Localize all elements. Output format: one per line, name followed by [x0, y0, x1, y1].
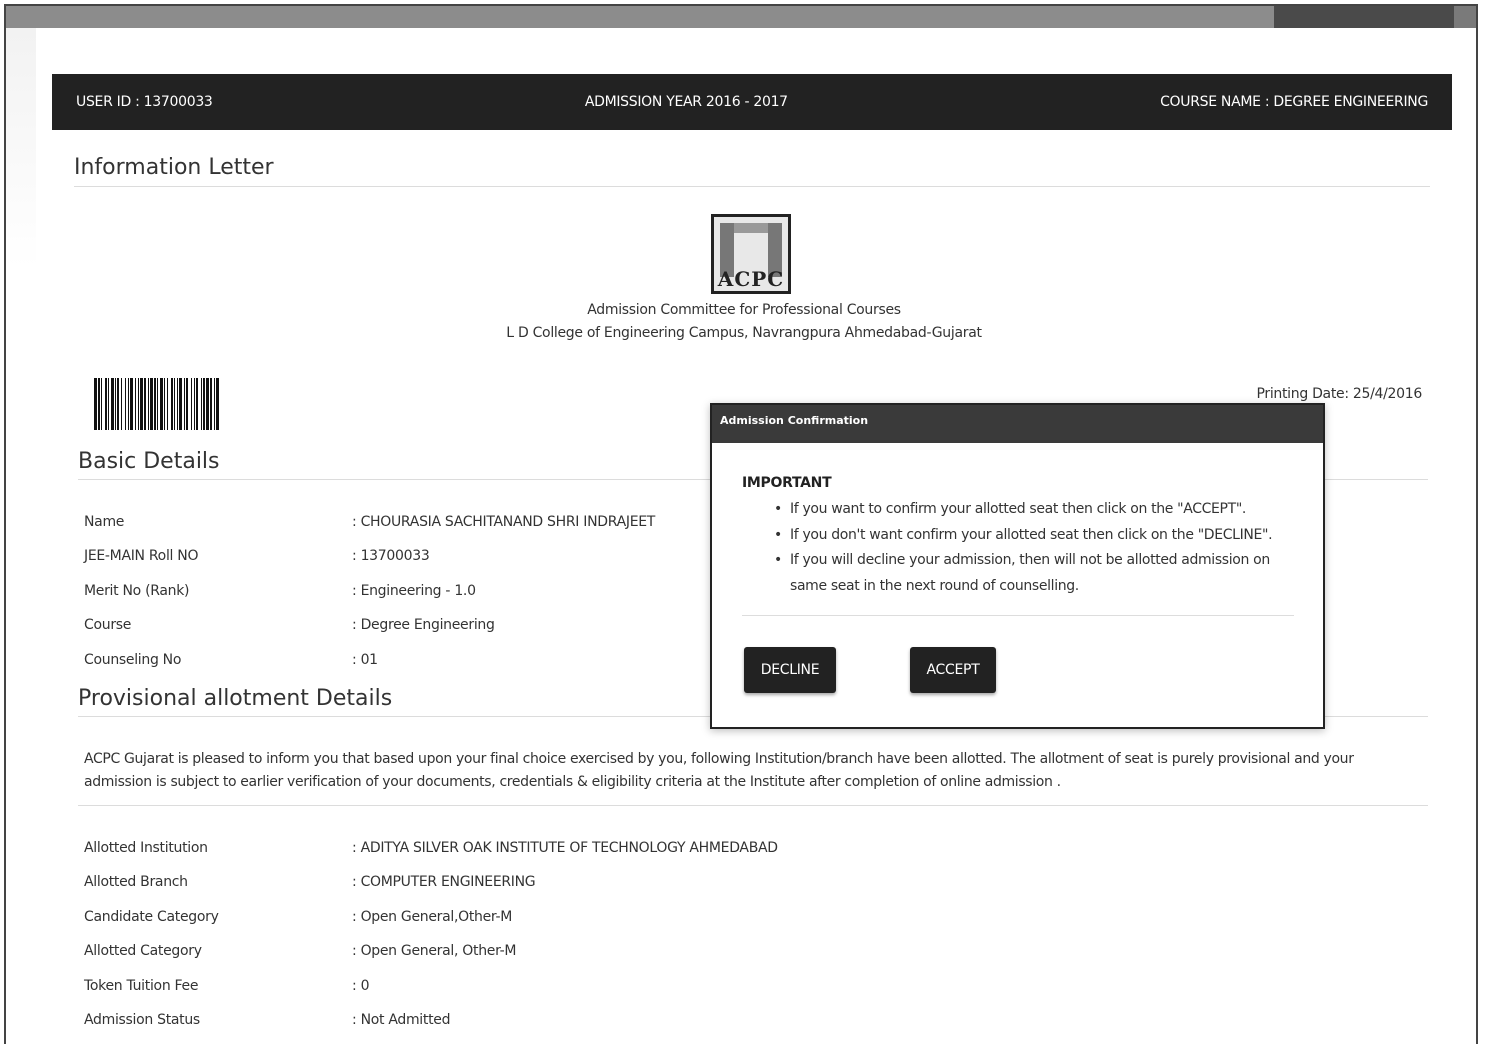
important-item-text: If you want to confirm your allotted sea… — [790, 501, 1247, 517]
barcode-bar — [186, 378, 188, 430]
allot-label-institution: Allotted Institution — [84, 840, 208, 856]
important-list: • If you want to confirm your allotted se… — [742, 497, 1302, 599]
barcode-bar — [135, 378, 136, 430]
barcode-bar — [157, 378, 158, 430]
dialog-divider — [742, 615, 1294, 616]
admission-year: ADMISSION YEAR 2016 - 2017 — [584, 94, 788, 110]
top-bar-end — [1454, 6, 1476, 28]
course-name: COURSE NAME : DEGREE ENGINEERING — [1160, 94, 1428, 110]
allotment-heading: Provisional allotment Details — [78, 686, 393, 711]
allot-value-candidate-category: : Open General,Other-M — [352, 909, 513, 925]
barcode-bar — [101, 378, 102, 430]
basic-value-counseling: : 01 — [352, 652, 378, 668]
barcode — [94, 378, 219, 430]
basic-value-course: : Degree Engineering — [352, 617, 495, 633]
barcode-bar — [144, 378, 146, 430]
barcode-bar — [128, 378, 129, 430]
barcode-bar — [191, 378, 192, 430]
basic-value-roll: : 13700033 — [352, 548, 430, 564]
barcode-bar — [138, 378, 139, 430]
barcode-bar — [115, 378, 116, 430]
allot-value-branch: : COMPUTER ENGINEERING — [352, 874, 536, 890]
barcode-bar — [125, 378, 126, 430]
acpc-logo: ACPC — [711, 214, 791, 294]
allotment-paragraph: ACPC Gujarat is pleased to inform you th… — [84, 751, 1354, 790]
important-item: • If you will decline your admission, the… — [774, 548, 1302, 599]
important-heading: IMPORTANT — [742, 475, 832, 491]
barcode-bar — [196, 378, 198, 430]
barcode-bar — [94, 378, 97, 430]
barcode-bar — [121, 378, 122, 430]
important-item-text: If you don't want confirm your allotted … — [790, 526, 1273, 543]
basic-label-course: Course — [84, 617, 132, 633]
allot-label-fee: Token Tuition Fee — [84, 978, 199, 994]
basic-label-roll: JEE-MAIN Roll NO — [84, 548, 199, 564]
allot-label-allotted-category: Allotted Category — [84, 943, 202, 959]
allot-label-candidate-category: Candidate Category — [84, 909, 219, 925]
dialog-title: Admission Confirmation — [712, 405, 1323, 443]
basic-label-merit: Merit No (Rank) — [84, 583, 190, 599]
barcode-bar — [201, 378, 202, 430]
top-bar — [6, 6, 1476, 28]
decline-button[interactable]: DECLINE — [744, 647, 836, 693]
barcode-bar — [111, 378, 114, 430]
logo-text: ACPC — [717, 267, 785, 291]
barcode-bar — [214, 378, 215, 430]
barcode-bar — [206, 378, 209, 430]
allot-label-status: Admission Status — [84, 1012, 200, 1028]
important-item-text: If you will decline your admission, then… — [790, 552, 1270, 594]
barcode-bar — [167, 378, 168, 430]
barcode-bar — [154, 378, 156, 430]
barcode-bar — [117, 378, 119, 430]
barcode-bar — [108, 378, 109, 430]
allot-value-fee: : 0 — [352, 978, 370, 994]
bullet-icon: • — [774, 501, 782, 517]
barcode-bar — [174, 378, 175, 430]
barcode-bar — [177, 378, 178, 430]
important-item: • If you don't want confirm your allotted… — [774, 523, 1302, 549]
admission-confirmation-dialog: Admission Confirmation IMPORTANT • If you… — [710, 403, 1325, 729]
page-shadow — [6, 28, 36, 268]
barcode-bar — [150, 378, 153, 430]
basic-details-heading: Basic Details — [78, 449, 220, 474]
barcode-bar — [203, 378, 205, 430]
org-name: Admission Committee for Professional Cou… — [587, 302, 901, 318]
barcode-bar — [130, 378, 133, 430]
paragraph-divider — [78, 805, 1428, 806]
barcode-bar — [179, 378, 182, 430]
barcode-bar — [216, 378, 219, 430]
basic-value-merit: : Engineering - 1.0 — [352, 583, 476, 599]
allot-value-allotted-category: : Open General, Other-M — [352, 943, 517, 959]
barcode-bar — [148, 378, 149, 430]
basic-label-name: Name — [84, 514, 125, 530]
barcode-bar — [164, 378, 165, 430]
printing-date: Printing Date: 25/4/2016 — [1256, 386, 1422, 402]
important-item: • If you want to confirm your allotted se… — [774, 497, 1302, 523]
basic-label-counseling: Counseling No — [84, 652, 182, 668]
barcode-bar — [160, 378, 163, 430]
bullet-icon: • — [774, 526, 782, 543]
user-id: USER ID : 13700033 — [76, 94, 213, 110]
bullet-icon: • — [774, 552, 782, 568]
barcode-bar — [98, 378, 100, 430]
barcode-bar — [184, 378, 185, 430]
allot-value-status: : Not Admitted — [352, 1012, 451, 1028]
barcode-bar — [194, 378, 195, 430]
info-header-bar: USER ID : 13700033 ADMISSION YEAR 2016 -… — [52, 74, 1452, 130]
barcode-bar — [210, 378, 212, 430]
page-title: Information Letter — [74, 155, 274, 180]
barcode-bar — [140, 378, 143, 430]
barcode-bar — [105, 378, 107, 430]
title-divider — [74, 186, 1430, 187]
allot-value-institution: : ADITYA SILVER OAK INSTITUTE OF TECHNOL… — [352, 840, 778, 856]
basic-value-name: : CHOURASIA SACHITANAND SHRI INDRAJEET — [352, 514, 656, 530]
accept-button[interactable]: ACCEPT — [910, 647, 996, 693]
org-address: L D College of Engineering Campus, Navra… — [506, 325, 982, 341]
barcode-bar — [171, 378, 173, 430]
top-bar-segment — [1274, 6, 1454, 28]
allot-label-branch: Allotted Branch — [84, 874, 188, 890]
